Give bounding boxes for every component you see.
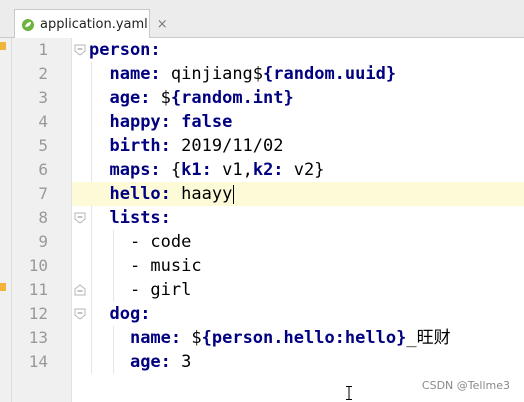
line-number: 3 xyxy=(38,88,48,107)
line-number: 4 xyxy=(38,112,48,131)
yaml-list-item: - girl xyxy=(129,280,192,300)
yaml-key: maps: xyxy=(109,160,161,180)
line-number-gutter: 1 2 3 4 5 6 7 8 9 10 11 12 13 14 xyxy=(12,38,86,402)
line-number: 5 xyxy=(38,136,48,155)
yaml-value: v1, xyxy=(211,160,253,180)
yaml-key: k2: xyxy=(252,160,284,180)
change-marker xyxy=(0,283,6,291)
close-icon[interactable]: × xyxy=(157,17,168,32)
change-marker xyxy=(0,42,6,50)
yaml-key: name: xyxy=(109,64,161,84)
bookmark-strip xyxy=(0,38,12,402)
line-number: 9 xyxy=(38,232,48,251)
yaml-key: lists: xyxy=(109,208,171,228)
line-number: 11 xyxy=(28,280,48,299)
line-number: 1 xyxy=(38,40,48,59)
yaml-value: _旺财 xyxy=(406,328,451,348)
yaml-placeholder: {random.int} xyxy=(170,88,294,108)
text-caret xyxy=(233,184,235,204)
yaml-key: age: xyxy=(129,352,171,372)
code-line: maps: {k1: v1,k2: v2} xyxy=(89,158,325,182)
mouse-ibeam-cursor-icon xyxy=(346,386,352,400)
code-editor[interactable]: person: name: qinjiang${random.uuid} age… xyxy=(72,38,524,402)
yaml-value: qinjiang$ xyxy=(160,64,264,84)
yaml-list-item: - music xyxy=(129,256,202,276)
code-line: dog: xyxy=(89,302,150,326)
code-line: lists: xyxy=(89,206,171,230)
yaml-value: $ xyxy=(150,88,171,108)
yaml-value: $ xyxy=(181,328,202,348)
line-number: 10 xyxy=(28,256,48,275)
line-number: 13 xyxy=(28,328,48,347)
yaml-key: dog: xyxy=(109,304,151,324)
yaml-placeholder: {random.uuid} xyxy=(263,64,397,84)
yaml-value: 2019/11/02 xyxy=(170,136,284,156)
spring-leaf-icon xyxy=(21,17,35,31)
tab-label: application.yaml xyxy=(40,16,148,32)
code-line: - girl xyxy=(89,278,191,302)
yaml-key: k1: xyxy=(181,160,212,180)
yaml-key: name: xyxy=(129,328,182,348)
yaml-key: happy: xyxy=(109,112,171,132)
code-line: happy: false xyxy=(89,110,232,134)
code-line: person: xyxy=(89,38,161,62)
editor-tab-bar: application.yaml × xyxy=(0,0,524,38)
code-line: birth: 2019/11/02 xyxy=(89,134,284,158)
code-line: age: 3 xyxy=(89,350,191,374)
line-number: 12 xyxy=(28,304,48,323)
code-line: - music xyxy=(89,254,202,278)
yaml-key: birth: xyxy=(109,136,171,156)
yaml-value: v2} xyxy=(283,160,325,180)
yaml-boolean: false xyxy=(170,112,233,132)
code-line: age: ${random.int} xyxy=(89,86,294,110)
yaml-value: 3 xyxy=(170,352,192,372)
yaml-key: age: xyxy=(109,88,151,108)
line-number: 14 xyxy=(28,352,48,371)
yaml-placeholder: {person.hello:hello} xyxy=(201,328,407,348)
yaml-value: { xyxy=(160,160,182,180)
yaml-key: hello: xyxy=(109,184,171,204)
yaml-list-item: - code xyxy=(129,232,192,252)
yaml-value: haayy xyxy=(170,184,233,204)
current-code-line: hello: haayy xyxy=(72,182,524,206)
code-line: name: ${person.hello:hello}_旺财 xyxy=(89,326,451,350)
code-line: - code xyxy=(89,230,191,254)
line-number: 6 xyxy=(38,160,48,179)
tab-application-yaml[interactable]: application.yaml × xyxy=(14,9,168,38)
watermark: CSDN @Tellme3 xyxy=(421,379,510,392)
yaml-key: person: xyxy=(89,40,161,60)
line-number: 2 xyxy=(38,64,48,83)
line-number: 8 xyxy=(38,208,48,227)
line-number: 7 xyxy=(38,184,48,203)
code-line: name: qinjiang${random.uuid} xyxy=(89,62,396,86)
